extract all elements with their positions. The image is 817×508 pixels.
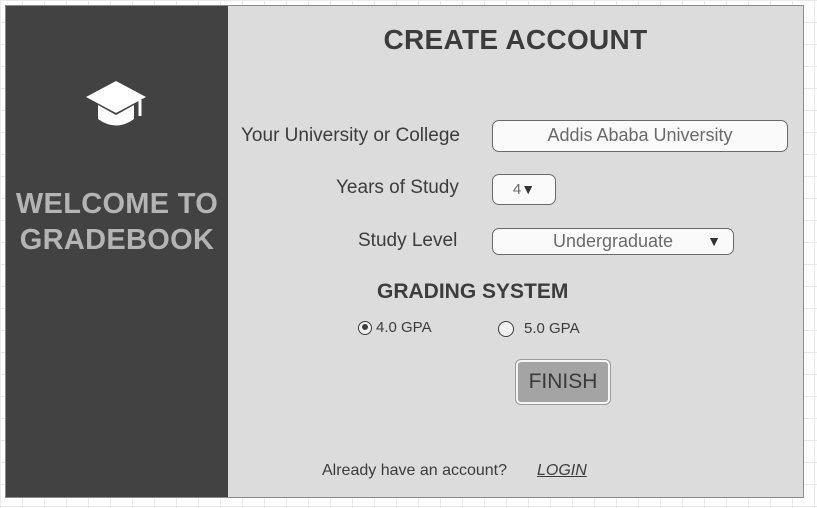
dropdown-arrow-icon: ▼: [521, 181, 536, 197]
university-input[interactable]: Addis Ababa University: [492, 120, 788, 152]
years-of-study-select[interactable]: 4▼: [492, 174, 556, 205]
radio-5-gpa-label: 5.0 GPA: [524, 320, 580, 337]
university-label: Your University or College: [241, 125, 460, 146]
years-of-study-label: Years of Study: [336, 177, 459, 198]
sidebar: WELCOME TO GRADEBOOK: [6, 6, 228, 497]
welcome-heading: WELCOME TO GRADEBOOK: [6, 186, 228, 258]
grading-system-heading: GRADING SYSTEM: [377, 280, 569, 303]
app-window: WELCOME TO GRADEBOOK CREATE ACCOUNT Your…: [5, 5, 804, 498]
dropdown-arrow-icon: ▼: [707, 233, 721, 249]
radio-unchecked-icon[interactable]: [498, 320, 514, 337]
page-title: CREATE ACCOUNT: [383, 24, 648, 55]
login-link[interactable]: LOGIN: [537, 462, 587, 480]
study-level-value: Undergraduate: [552, 231, 674, 251]
years-of-study-value: 4: [512, 181, 522, 198]
study-level-label: Study Level: [358, 230, 458, 251]
study-level-select[interactable]: Undergraduate ▼: [492, 228, 734, 255]
radio-5-gpa[interactable]: 5.0 GPA: [498, 320, 580, 337]
welcome-line-1: WELCOME TO: [15, 188, 219, 220]
create-account-form: CREATE ACCOUNT Your University or Colleg…: [228, 6, 803, 497]
login-prompt-text: Already have an account?: [322, 462, 508, 479]
radio-checked-icon[interactable]: [358, 320, 372, 335]
radio-4-gpa-label: 4.0 GPA: [376, 319, 432, 336]
finish-button[interactable]: FINISH: [516, 360, 610, 404]
welcome-line-2: GRADEBOOK: [19, 224, 215, 256]
graduation-cap-icon: [86, 81, 146, 126]
radio-4-gpa[interactable]: 4.0 GPA: [358, 319, 432, 336]
